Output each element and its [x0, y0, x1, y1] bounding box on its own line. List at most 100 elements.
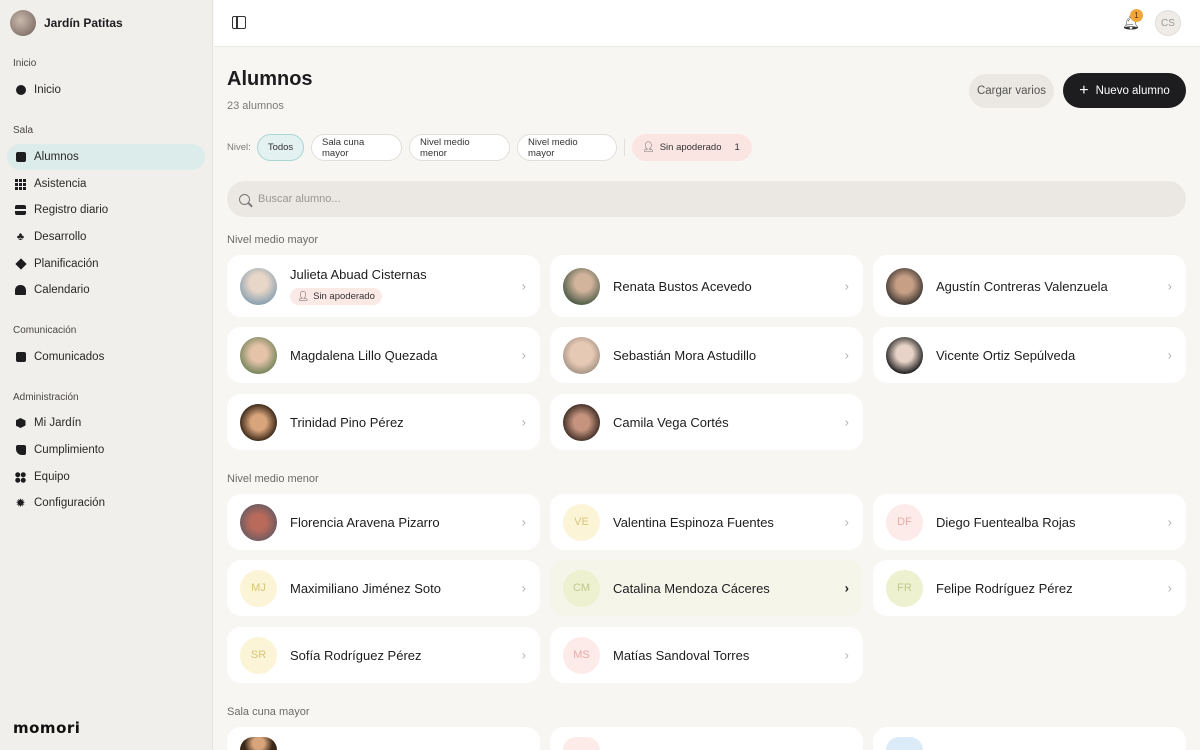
student-card[interactable]: Julieta Abuad Cisternas 👤︎ Sin apoderado … — [227, 255, 540, 317]
chevron-right-icon: › — [1167, 278, 1172, 294]
search-input[interactable] — [258, 193, 1158, 205]
student-initials: SR — [240, 636, 277, 674]
sidebar-item-label: Asistencia — [34, 178, 87, 190]
chevron-right-icon: › — [521, 414, 526, 430]
student-card[interactable] — [550, 727, 863, 750]
student-initials: DF — [886, 503, 923, 541]
brand[interactable]: Jardín Patitas — [10, 10, 123, 36]
sidebar-item-desarrollo[interactable]: ♣ Desarrollo — [7, 224, 205, 250]
student-name: Matías Sandoval Torres — [613, 647, 750, 663]
sidebar-item-label: Mi Jardín — [34, 417, 82, 429]
section-label-administracion: Administración — [13, 392, 79, 403]
student-name: Vicente Ortiz Sepúlveda — [936, 347, 1076, 363]
student-name: Maximiliano Jiménez Soto — [290, 580, 442, 596]
people-icon — [15, 471, 26, 483]
student-name: Diego Fuentealba Rojas — [936, 514, 1076, 530]
filter-chip-nivel-medio-menor[interactable]: Nivel medio menor — [409, 134, 510, 161]
plus-icon: + — [1079, 81, 1089, 99]
filter-chip-sala-cuna-mayor[interactable]: Sala cuna mayor — [311, 134, 402, 161]
club-icon: ♣ — [16, 230, 25, 243]
user-avatar[interactable]: CS — [1155, 10, 1181, 36]
sidebar-item-label: Calendario — [34, 284, 90, 296]
hexagon-icon — [15, 418, 26, 429]
sidebar-item-label: Planificación — [34, 258, 99, 270]
calendar-icon — [15, 285, 26, 296]
student-photo — [240, 403, 277, 441]
sidebar-item-configuracion[interactable]: ✹ Configuración — [7, 490, 205, 516]
bulk-upload-button[interactable]: Cargar varios — [969, 74, 1054, 108]
student-initials: MS — [563, 636, 600, 674]
student-photo — [886, 267, 923, 305]
chevron-right-icon: › — [521, 647, 526, 663]
student-card[interactable]: MJ Maximiliano Jiménez Soto › — [227, 560, 540, 616]
section-label-comunicacion: Comunicación — [13, 325, 77, 336]
student-photo — [563, 267, 600, 305]
student-initials: CM — [563, 569, 600, 607]
grid-icon — [15, 178, 26, 190]
chevron-right-icon: › — [844, 278, 849, 294]
student-card[interactable]: DF Diego Fuentealba Rojas › — [873, 494, 1186, 550]
student-card[interactable]: FR Felipe Rodríguez Pérez › — [873, 560, 1186, 616]
student-name: Florencia Aravena Pizarro — [290, 514, 440, 530]
student-photo — [240, 503, 277, 541]
sidebar-item-comunicados[interactable]: Comunicados — [7, 344, 205, 370]
new-student-button[interactable]: + Nuevo alumno — [1063, 73, 1186, 108]
person-add-icon: 👤︎ — [297, 291, 310, 302]
sidebar-item-label: Desarrollo — [34, 231, 87, 243]
sidebar-item-registro-diario[interactable]: Registro diario — [7, 197, 205, 223]
sidebar-item-planificacion[interactable]: Planificación — [7, 251, 205, 277]
sidebar-item-mi-jardin[interactable]: Mi Jardín — [7, 410, 205, 436]
sidebar-item-label: Cumplimiento — [34, 444, 105, 456]
square-icon — [15, 152, 26, 163]
sidebar: Jardín Patitas Inicio Inicio Sala Alumno… — [0, 0, 213, 750]
student-card[interactable]: SR Sofía Rodríguez Pérez › — [227, 627, 540, 683]
chevron-right-icon: › — [844, 347, 849, 363]
brand-name: Jardín Patitas — [44, 16, 123, 30]
new-student-label: Nuevo alumno — [1095, 84, 1170, 97]
student-card[interactable]: Vicente Ortiz Sepúlveda › — [873, 327, 1186, 383]
diamond-icon — [14, 258, 27, 270]
filter-chip-sin-apoderado[interactable]: 👤︎ Sin apoderado 1 — [632, 134, 752, 161]
filter-chip-todos[interactable]: Todos — [257, 134, 304, 161]
sidebar-item-cumplimiento[interactable]: Cumplimiento — [7, 437, 205, 463]
student-name: Sofía Rodríguez Pérez — [290, 647, 422, 663]
student-card[interactable]: Sebastián Mora Astudillo › — [550, 327, 863, 383]
search-bar — [227, 181, 1186, 217]
student-name: Sebastián Mora Astudillo — [613, 347, 757, 363]
group-label: Nivel medio menor — [227, 473, 319, 485]
sidebar-item-inicio[interactable]: Inicio — [7, 77, 205, 103]
status-badge-label: Sin apoderado — [313, 291, 375, 302]
student-card[interactable]: Trinidad Pino Pérez › — [227, 394, 540, 450]
sidebar-item-asistencia[interactable]: Asistencia — [7, 171, 205, 197]
student-card[interactable] — [873, 727, 1186, 750]
chevron-right-icon: › — [521, 347, 526, 363]
student-card[interactable]: Magdalena Lillo Quezada › — [227, 327, 540, 383]
sidebar-item-equipo[interactable]: Equipo — [7, 464, 205, 490]
chevron-right-icon: › — [521, 514, 526, 530]
status-badge: 👤︎ Sin apoderado — [290, 288, 382, 305]
chevron-right-icon: › — [521, 580, 526, 596]
student-initials: VE — [563, 503, 600, 541]
flag-icon — [15, 445, 26, 456]
sidebar-item-alumnos[interactable]: Alumnos — [7, 144, 205, 170]
chevron-right-icon: › — [1167, 347, 1172, 363]
student-card[interactable] — [227, 727, 540, 750]
bars-icon — [15, 205, 26, 216]
student-photo — [563, 336, 600, 374]
chevron-right-icon: › — [844, 580, 849, 596]
sidebar-item-calendario[interactable]: Calendario — [7, 277, 205, 303]
student-card[interactable]: Renata Bustos Acevedo › — [550, 255, 863, 317]
circle-icon — [15, 85, 26, 96]
filter-warn-label: Sin apoderado — [659, 142, 722, 153]
sidebar-item-label: Registro diario — [34, 204, 109, 216]
brand-avatar — [10, 10, 36, 36]
student-card[interactable]: VE Valentina Espinoza Fuentes › — [550, 494, 863, 550]
student-name: Magdalena Lillo Quezada — [290, 347, 438, 363]
student-card[interactable]: MS Matías Sandoval Torres › — [550, 627, 863, 683]
filter-chip-nivel-medio-mayor[interactable]: Nivel medio mayor — [517, 134, 617, 161]
student-card[interactable]: Agustín Contreras Valenzuela › — [873, 255, 1186, 317]
student-card[interactable]: Florencia Aravena Pizarro › — [227, 494, 540, 550]
student-card[interactable]: CM Catalina Mendoza Cáceres › — [550, 560, 863, 616]
sidebar-toggle-icon[interactable] — [232, 16, 246, 29]
student-card[interactable]: Camila Vega Cortés › — [550, 394, 863, 450]
